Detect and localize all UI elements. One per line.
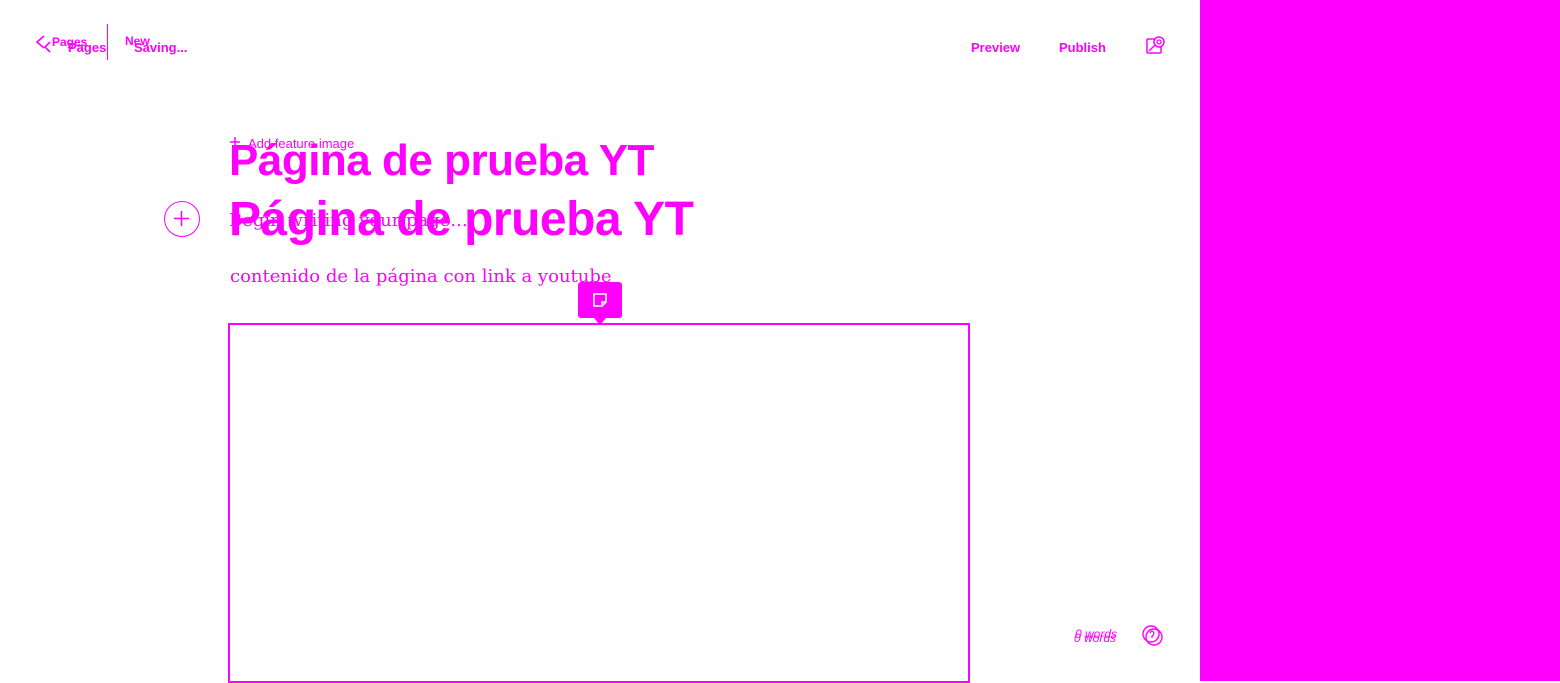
card-note-icon bbox=[593, 293, 607, 307]
editor-pane: Pages Pages New Saving... Preview Publis… bbox=[0, 0, 1200, 683]
help-icon[interactable] bbox=[1141, 624, 1165, 648]
preview-button[interactable]: Preview bbox=[971, 40, 1020, 55]
settings-icon[interactable] bbox=[1144, 33, 1168, 57]
page-title-ghost: Página de prueba YT bbox=[229, 136, 654, 185]
side-panel-overlay bbox=[1200, 0, 1560, 681]
publish-button[interactable]: Publish bbox=[1059, 40, 1106, 55]
card-menu-button[interactable] bbox=[578, 282, 622, 325]
body-placeholder: Begin writing your page... bbox=[229, 210, 468, 231]
add-card-button[interactable] bbox=[164, 201, 200, 237]
back-to-pages-link-label[interactable]: Pages bbox=[68, 40, 106, 55]
chevron-left-icon[interactable] bbox=[42, 40, 54, 54]
embed-card[interactable] bbox=[228, 323, 970, 683]
post-status-saving: Saving... bbox=[134, 40, 188, 55]
word-count-label: 0 words bbox=[1074, 631, 1117, 645]
body-paragraph[interactable]: contenido de la página con link a youtub… bbox=[230, 266, 612, 287]
plus-circle-icon bbox=[174, 211, 189, 226]
header-divider bbox=[107, 24, 108, 60]
